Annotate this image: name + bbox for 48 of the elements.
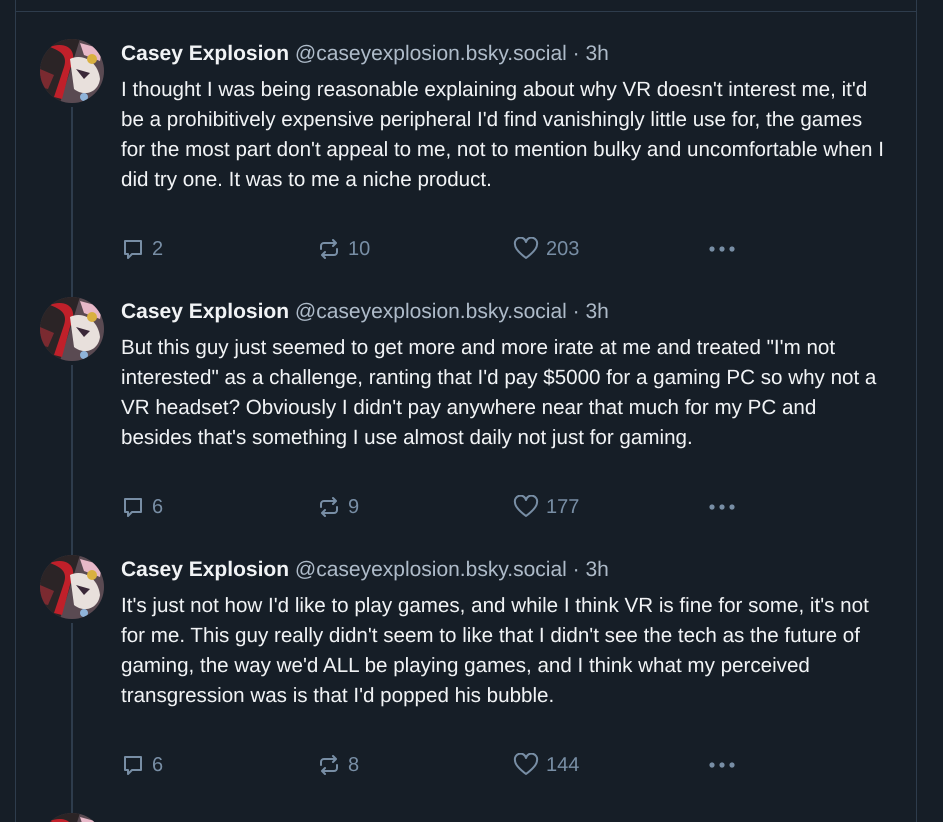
separator: · xyxy=(572,42,580,65)
count: 144 xyxy=(546,753,580,778)
like-button[interactable]: 203 xyxy=(513,234,709,264)
count: 9 xyxy=(348,495,360,520)
more-button[interactable] xyxy=(709,762,735,768)
repost-icon xyxy=(317,753,341,777)
author-handle[interactable]: @caseyexplosion.bsky.social xyxy=(294,300,567,323)
reply-icon xyxy=(121,495,145,519)
heart-icon xyxy=(513,495,539,519)
like-button[interactable]: 177 xyxy=(513,492,709,522)
count: 6 xyxy=(152,753,164,778)
reply-icon xyxy=(121,237,145,261)
post-time[interactable]: 3h xyxy=(585,558,609,581)
count: 177 xyxy=(546,495,580,520)
count: 203 xyxy=(546,237,580,262)
count: 10 xyxy=(348,237,370,262)
heart-icon xyxy=(513,753,539,777)
reply-button[interactable]: 6 xyxy=(121,492,317,522)
more-button[interactable] xyxy=(709,504,735,510)
post-time[interactable]: 3h xyxy=(585,42,609,65)
more-button[interactable] xyxy=(709,246,735,252)
repost-button[interactable]: 9 xyxy=(317,492,513,522)
like-button[interactable]: 144 xyxy=(513,750,709,780)
reply-icon xyxy=(121,753,145,777)
heart-icon xyxy=(513,237,539,261)
post-text: I thought I was being reasonable explaining about why VR doesn't interest me, it'd be a prohibitively expensive peripheral I'd find vanishingly little use for, the games for the most part don't appeal to me, not to mention bulky and uncomfortable when I did try one. It was to me a niche product. xyxy=(121,77,885,193)
author-name[interactable]: Casey Explosion xyxy=(121,42,290,65)
author-name[interactable]: Casey Explosion xyxy=(121,300,290,323)
more-icon xyxy=(709,504,735,510)
count: 2 xyxy=(152,237,164,262)
separator: · xyxy=(572,300,580,323)
author-handle[interactable]: @caseyexplosion.bsky.social xyxy=(294,558,567,581)
more-icon xyxy=(709,246,735,252)
repost-button[interactable]: 10 xyxy=(317,234,513,264)
repost-button[interactable]: 8 xyxy=(317,750,513,780)
reply-button[interactable]: 2 xyxy=(121,234,317,264)
post-time[interactable]: 3h xyxy=(585,300,609,323)
author-name[interactable]: Casey Explosion xyxy=(121,558,290,581)
repost-icon xyxy=(317,495,341,519)
more-icon xyxy=(709,762,735,768)
reply-button[interactable]: 6 xyxy=(121,750,317,780)
post-text: It's just not how I'd like to play games, and while I think VR is fine for some, it's not for me. This guy really didn't seem to like that I didn't see the tech as the future of gaming, the way we'd ALL be playing games, and I think what my perceived transgression was is that I'd popped his bubble. xyxy=(121,593,870,709)
count: 8 xyxy=(348,753,360,778)
repost-icon xyxy=(317,237,341,261)
post-text: But this guy just seemed to get more and more irate at me and treated "I'm not interested" as a challenge, ranting that I'd pay $5000 for a gaming PC so why not a VR headset? Obviously I didn't pay anywhere near that much for my PC and besides that's something I use almost daily not just for gaming. xyxy=(121,335,878,451)
count: 6 xyxy=(152,495,164,520)
author-handle[interactable]: @caseyexplosion.bsky.social xyxy=(294,42,567,65)
separator: · xyxy=(572,558,580,581)
